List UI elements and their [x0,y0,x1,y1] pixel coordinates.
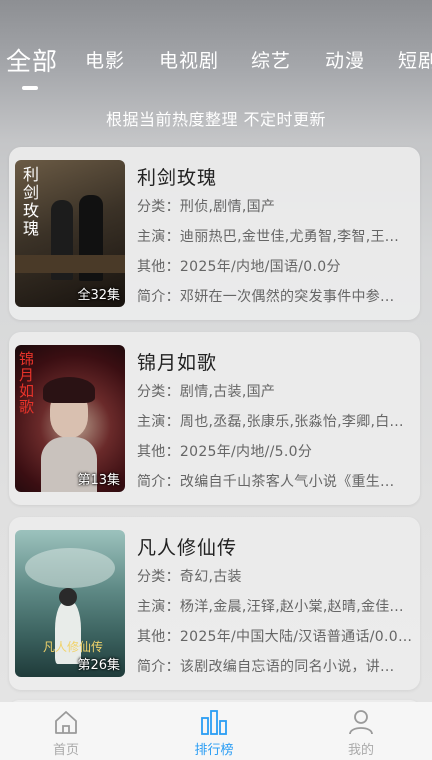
nav-ranking[interactable]: 排行榜 [174,708,254,758]
item-title: 锦月如歌 [137,352,218,374]
poster-image: 凡人修仙传 第26集 [15,530,125,677]
user-icon [349,710,373,735]
tab-movies[interactable]: 电影 [85,46,125,73]
ranking-notice: 根据当前热度整理 不定时更新 [105,110,327,129]
bottom-navigation: 首页 排行榜 我的 [0,702,432,760]
item-summary: 简介：邓妍在一次偶然的突发事件中参... [137,289,395,305]
item-other: 其他：2025年/中国大陆/汉语普通话/0.0... [137,629,412,645]
item-summary: 简介：该剧改编自忘语的同名小说，讲... [137,659,395,675]
item-category: 分类：刑侦,剧情,国产 [137,199,276,215]
poster-image: 锦月如歌 第13集 [15,345,125,492]
active-tab-indicator [22,86,38,90]
poster-image: 利剑玫瑰 全32集 [15,160,125,307]
item-summary: 简介：改编自千山茶客人气小说《重生... [137,474,395,490]
item-title: 利剑玫瑰 [137,167,218,189]
tab-variety[interactable]: 综艺 [251,46,291,73]
nav-profile-label: 我的 [347,743,374,758]
item-title: 凡人修仙传 [137,537,238,559]
nav-ranking-label: 排行榜 [194,743,234,758]
poster-title: 凡人修仙传 [43,640,104,654]
episode-badge: 全32集 [77,288,120,303]
tab-short-drama[interactable]: 短剧 [398,46,432,73]
item-category: 分类：剧情,古装,国产 [137,384,276,400]
episode-badge: 第26集 [77,658,120,673]
tab-tv-series[interactable]: 电视剧 [159,46,219,73]
category-tabs: 全部 电影 电视剧 综艺 动漫 短剧 [0,46,432,92]
item-other: 其他：2025年/内地/国语/0.0分 [137,259,341,275]
item-cast: 主演：迪丽热巴,金世佳,尤勇智,李智,王... [137,229,400,245]
episode-badge: 第13集 [77,473,120,488]
list-item[interactable]: 锦月如歌 第13集 锦月如歌 分类：剧情,古装,国产 主演：周也,丞磊,张康乐,… [9,332,420,505]
tab-all[interactable]: 全部 [6,46,58,78]
list-item[interactable]: 利剑玫瑰 全32集 利剑玫瑰 分类：刑侦,剧情,国产 主演：迪丽热巴,金世佳,尤… [9,147,420,320]
poster-title: 锦月如歌 [19,350,35,416]
tab-anime[interactable]: 动漫 [325,46,365,73]
list-item[interactable]: 凡人修仙传 第26集 凡人修仙传 分类：奇幻,古装 主演：杨洋,金晨,汪铎,赵小… [9,517,420,690]
ranking-icon [201,710,227,735]
item-cast: 主演：周也,丞磊,张康乐,张淼怡,李卿,白... [137,414,404,430]
nav-profile[interactable]: 我的 [321,708,401,758]
item-other: 其他：2025年/内地//5.0分 [137,444,313,460]
nav-home[interactable]: 首页 [26,708,106,758]
poster-title: 利剑玫瑰 [23,165,40,238]
home-icon [55,711,77,734]
nav-home-label: 首页 [52,743,79,758]
item-cast: 主演：杨洋,金晨,汪铎,赵小棠,赵晴,金佳... [137,599,404,615]
item-category: 分类：奇幻,古装 [137,569,242,585]
